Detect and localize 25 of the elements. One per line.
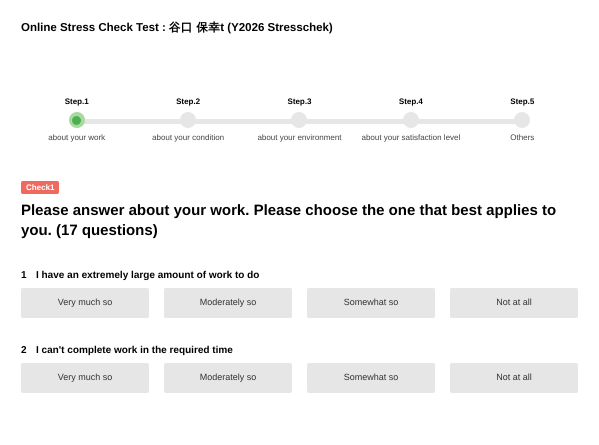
answer-button[interactable]: Not at all — [450, 288, 578, 318]
step-number: Step.1 — [64, 96, 89, 108]
answer-button[interactable]: Somewhat so — [307, 288, 435, 318]
question-number: 2 — [21, 344, 28, 358]
question-text: I can't complete work in the required time — [36, 344, 233, 358]
answer-button[interactable]: Somewhat so — [307, 363, 435, 393]
check-badge: Check1 — [21, 181, 60, 194]
answer-button[interactable]: Very much so — [21, 288, 149, 318]
answer-button[interactable]: Moderately so — [164, 363, 292, 393]
answer-button[interactable]: Moderately so — [164, 288, 292, 318]
step-label: about your environment — [257, 132, 342, 144]
answer-button[interactable]: Very much so — [21, 363, 149, 393]
answer-button[interactable]: Not at all — [450, 363, 578, 393]
question-text: I have an extremely large amount of work to do — [36, 269, 260, 283]
step-number: Step.2 — [176, 96, 200, 108]
step-number: Step.5 — [510, 96, 534, 108]
page-title: Online Stress Check Test : 谷口 保幸t (Y2026 Stresschek) — [21, 20, 334, 36]
step-number: Step.4 — [398, 96, 423, 108]
step-label: about your work — [48, 132, 106, 144]
section-heading: Please answer about your work. Please choose the one that best applies to you. (17 questions) — [21, 201, 558, 241]
step-number: Step.3 — [287, 96, 312, 108]
step-label: about your satisfaction level — [362, 132, 460, 144]
step-label: about your condition — [152, 132, 224, 144]
question-number: 1 — [21, 269, 28, 283]
step-label: Others — [510, 132, 534, 144]
